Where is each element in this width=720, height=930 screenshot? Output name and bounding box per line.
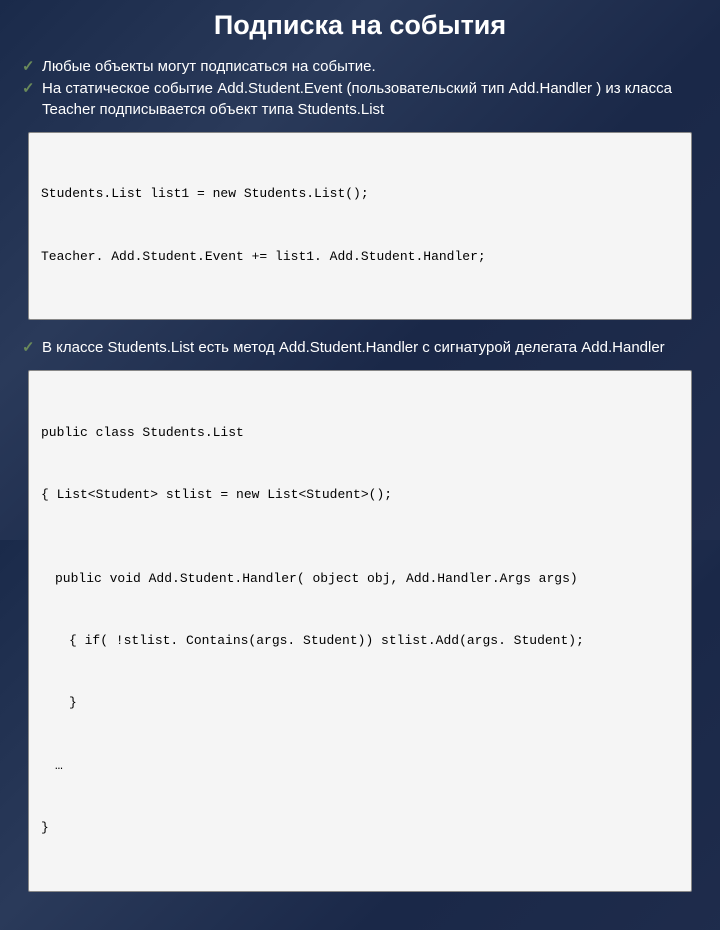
code-line: public class Students.List — [41, 423, 679, 444]
code-block-2: public class Students.List { List<Studen… — [28, 370, 692, 891]
bullet-list-1: Любые объекты могут подписаться на событ… — [20, 57, 700, 120]
bullet-item: На статическое событие Add.Student.Event… — [20, 79, 700, 120]
code-line: Students.List list1 = new Students.List(… — [41, 184, 679, 205]
code-line: Teacher. Add.Student.Event += list1. Add… — [41, 247, 679, 268]
code-line: … — [41, 756, 679, 777]
bullet-item: Любые объекты могут подписаться на событ… — [20, 57, 700, 77]
code-line: { if( !stlist. Contains(args. Student)) … — [41, 631, 679, 652]
code-block-1: Students.List list1 = new Students.List(… — [28, 132, 692, 320]
code-line: { List<Student> stlist = new List<Studen… — [41, 485, 679, 506]
bullet-item: В классе Students.List есть метод Add.St… — [20, 338, 700, 358]
code-line: } — [41, 818, 679, 839]
code-line: public void Add.Student.Handler( object … — [41, 569, 679, 590]
slide-title: Подписка на события — [20, 10, 700, 41]
bullet-list-2: В классе Students.List есть метод Add.St… — [20, 338, 700, 358]
code-line: } — [41, 693, 679, 714]
